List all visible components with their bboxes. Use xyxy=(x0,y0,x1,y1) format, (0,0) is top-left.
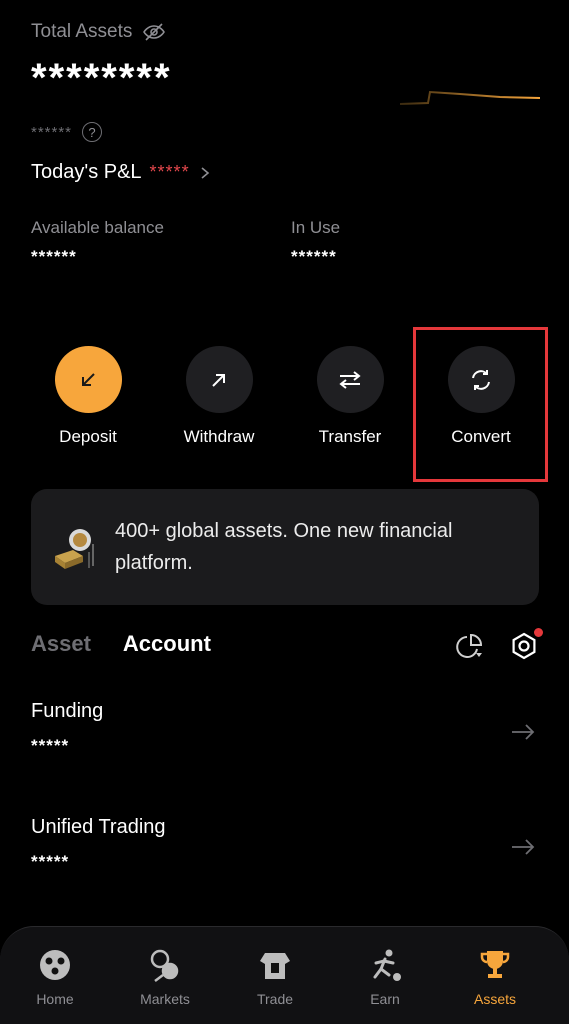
deposit-button[interactable]: Deposit xyxy=(33,346,143,447)
markets-icon xyxy=(150,949,179,982)
withdraw-button[interactable]: Withdraw xyxy=(164,346,274,447)
nav-trade[interactable]: Trade xyxy=(230,947,320,1007)
deposit-label: Deposit xyxy=(59,427,117,446)
sub-balance-row: ****** ? xyxy=(31,122,103,142)
nav-home[interactable]: Home xyxy=(10,947,100,1007)
nav-assets[interactable]: Assets xyxy=(450,947,540,1007)
arrow-down-left-icon xyxy=(82,372,95,386)
transfer-label: Transfer xyxy=(318,427,382,446)
banner-text: 400+ global assets. One new financial pl… xyxy=(115,520,453,574)
withdraw-label: Withdraw xyxy=(183,427,255,446)
in-use-value: ****** xyxy=(291,247,337,266)
arrow-up-right-icon xyxy=(212,373,225,387)
chevron-right-icon xyxy=(201,166,209,179)
transfer-button[interactable]: Transfer xyxy=(295,346,405,447)
arrow-right-icon xyxy=(512,724,535,740)
tab-asset[interactable]: Asset xyxy=(31,631,91,657)
trophy-icon xyxy=(480,951,510,978)
nav-home-label: Home xyxy=(36,991,74,1007)
account-name: Unified Trading xyxy=(31,816,166,838)
pnl-value: ***** xyxy=(149,162,190,182)
nav-markets[interactable]: Markets xyxy=(120,947,210,1007)
deposit-circle xyxy=(54,346,122,413)
bottom-navigation: Home Markets Trade Earn Assets xyxy=(0,926,569,1024)
home-icon xyxy=(40,950,70,980)
pnl-label: Today's P&L xyxy=(31,161,142,183)
arrow-right-icon xyxy=(512,839,535,855)
account-row-unified-trading[interactable]: Unified Trading ***** xyxy=(0,806,569,906)
convert-highlight-box xyxy=(413,327,548,482)
sub-balance-masked: ****** xyxy=(31,123,73,141)
notification-dot xyxy=(534,628,543,637)
in-use-label: In Use xyxy=(291,218,341,237)
account-value: ***** xyxy=(31,736,70,755)
help-icon[interactable]: ? xyxy=(82,122,103,142)
account-value: ***** xyxy=(31,852,70,871)
earn-icon xyxy=(373,949,401,981)
nav-trade-label: Trade xyxy=(256,991,294,1007)
promo-banner[interactable]: 400+ global assets. One new financial pl… xyxy=(31,489,539,605)
nav-earn[interactable]: Earn xyxy=(340,947,430,1007)
asset-account-tabs: Asset Account xyxy=(31,631,211,657)
total-assets-label: Total Assets xyxy=(31,21,133,42)
swap-arrows-icon xyxy=(339,370,361,389)
todays-pnl-row[interactable]: Today's P&L ***** xyxy=(31,161,212,184)
available-balance-label: Available balance xyxy=(31,218,164,237)
nav-assets-label: Assets xyxy=(473,991,516,1007)
trade-icon xyxy=(260,953,290,979)
available-balance-value: ****** xyxy=(31,247,77,266)
withdraw-circle xyxy=(185,346,253,413)
eye-hidden-icon[interactable] xyxy=(142,20,166,44)
pie-chart-icon[interactable] xyxy=(454,632,484,662)
account-row-funding[interactable]: Funding ***** xyxy=(0,690,569,790)
tab-account[interactable]: Account xyxy=(123,631,211,657)
nav-earn-label: Earn xyxy=(370,991,400,1007)
account-name: Funding xyxy=(31,700,104,722)
nav-markets-label: Markets xyxy=(140,991,190,1007)
gold-bars-icon xyxy=(55,529,94,569)
total-assets-value: ******** xyxy=(31,56,172,100)
assets-sparkline xyxy=(400,90,540,105)
total-assets-header: Total Assets xyxy=(31,20,166,44)
transfer-circle xyxy=(316,346,384,413)
